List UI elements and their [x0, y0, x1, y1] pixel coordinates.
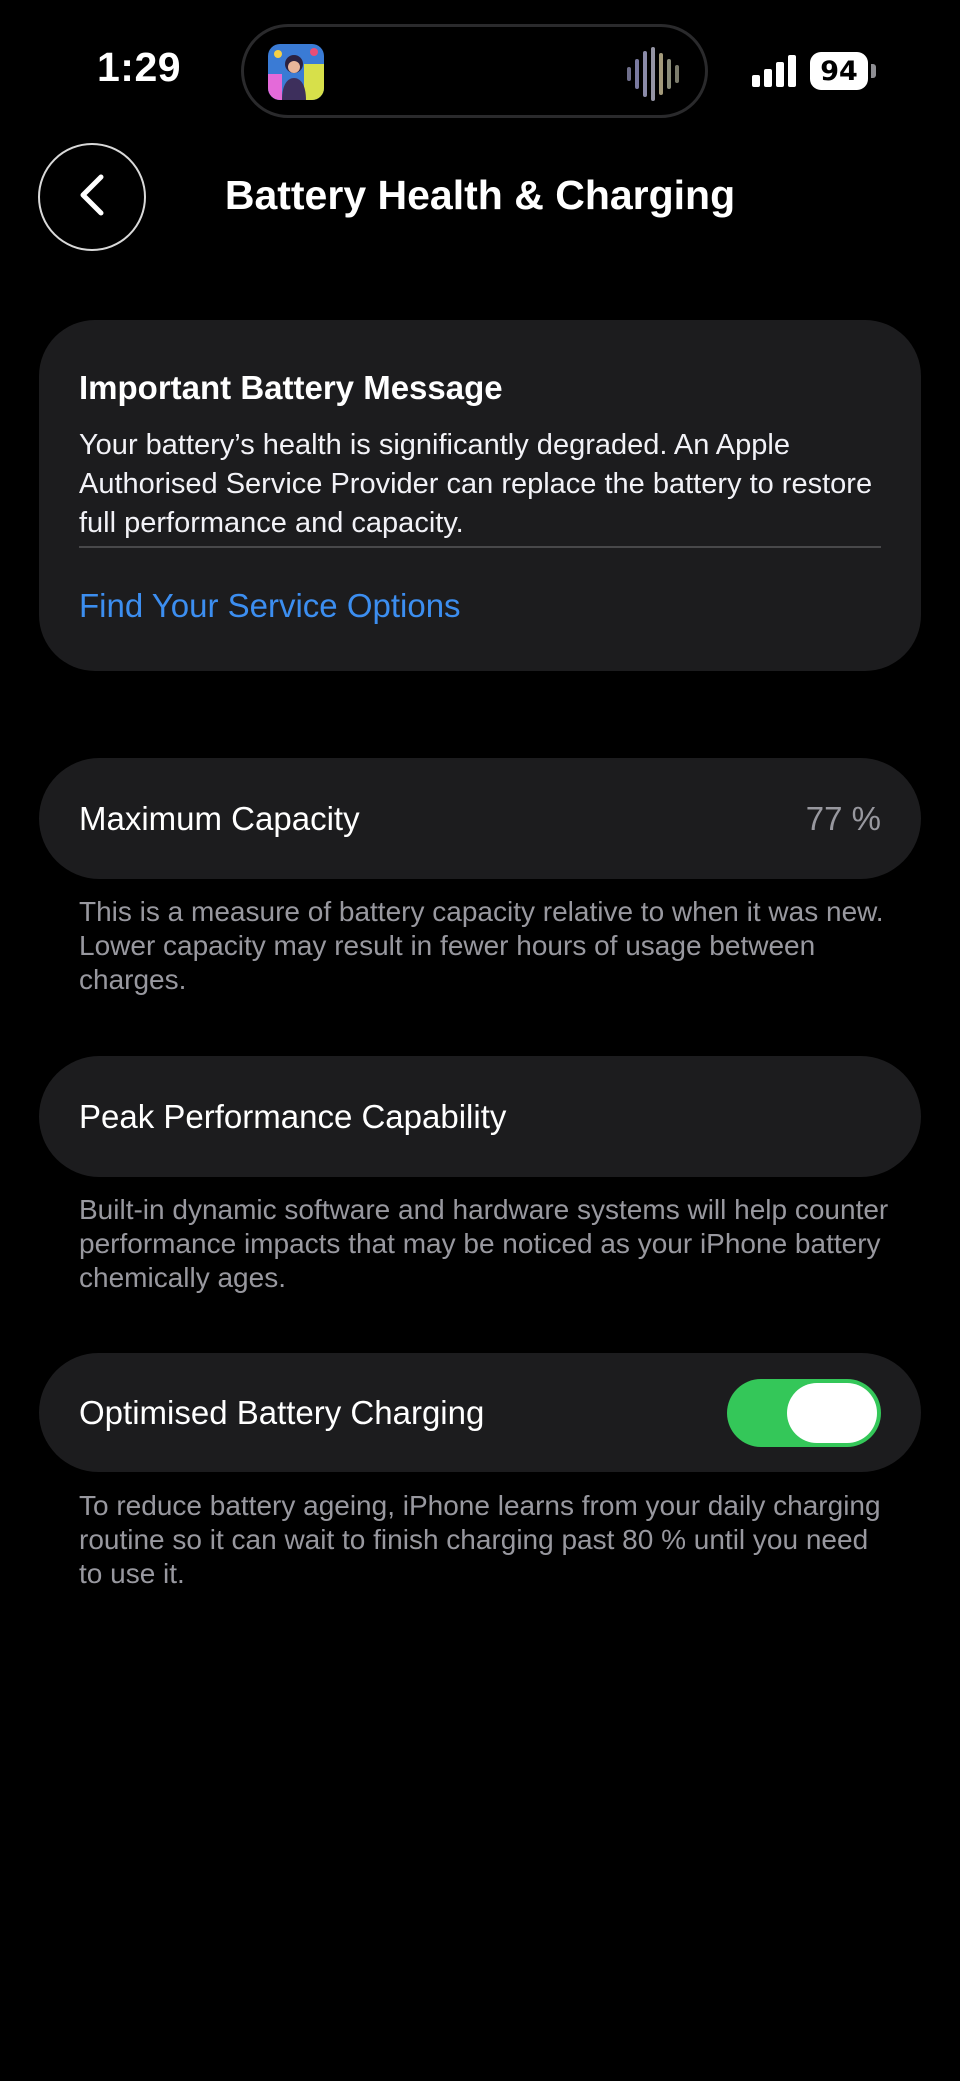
battery-message-card: Important Battery Message Your battery’s…: [39, 320, 921, 671]
peak-performance-footnote: Built-in dynamic software and hardware s…: [79, 1194, 889, 1293]
peak-performance-label: Peak Performance Capability: [79, 1097, 507, 1135]
optimised-charging-label: Optimised Battery Charging: [79, 1393, 485, 1431]
maximum-capacity-value: 77 %: [805, 799, 881, 837]
status-time: 1:29: [97, 44, 182, 90]
optimised-charging-row: Optimised Battery Charging: [39, 1353, 921, 1472]
maximum-capacity-label: Maximum Capacity: [79, 799, 360, 837]
battery-level: 94: [810, 52, 868, 90]
cellular-signal-icon: [752, 55, 798, 87]
divider: [79, 546, 881, 548]
message-body: Your battery’s health is significantly d…: [79, 428, 873, 539]
optimised-charging-toggle[interactable]: [727, 1378, 881, 1447]
chevron-left-icon: [77, 173, 107, 222]
battery-indicator: 94: [810, 52, 876, 90]
maximum-capacity-footnote: This is a measure of battery capacity re…: [79, 896, 884, 995]
battery-cap-icon: [871, 64, 876, 78]
toggle-knob: [787, 1382, 877, 1443]
message-title: Important Battery Message: [79, 369, 503, 406]
maximum-capacity-row: Maximum Capacity 77 %: [39, 758, 921, 879]
album-art: [268, 44, 324, 100]
peak-performance-row: Peak Performance Capability: [39, 1056, 921, 1177]
dynamic-island-now-playing[interactable]: [241, 24, 708, 118]
optimised-charging-footnote: To reduce battery ageing, iPhone learns …: [79, 1490, 881, 1589]
page-title: Battery Health & Charging: [224, 172, 736, 218]
back-button[interactable]: [38, 143, 146, 251]
audio-waveform-icon: [625, 47, 681, 101]
find-service-options-link[interactable]: Find Your Service Options: [79, 587, 461, 625]
